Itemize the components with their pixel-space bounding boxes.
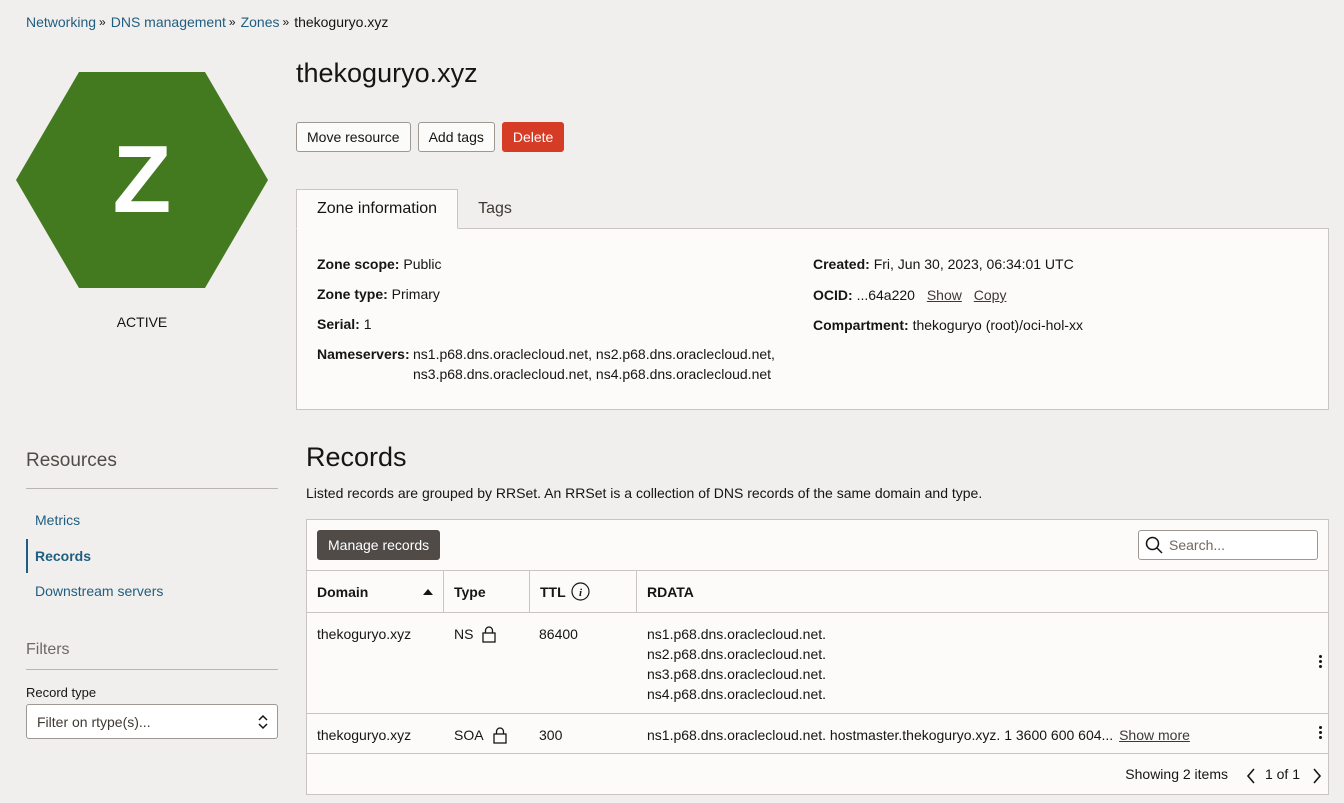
records-table: Manage records Search... Domain Type TTL… [306,519,1329,795]
breadcrumb-current: thekoguryo.xyz [294,14,389,30]
nameservers-line-1: ns1.p68.dns.oraclecloud.net, ns2.p68.dns… [413,346,775,362]
table-footer: Showing 2 items 1 of 1 [307,754,1328,794]
page-indicator: 1 of 1 [1264,766,1300,782]
add-tags-button[interactable]: Add tags [417,122,495,152]
nameservers-value: ns1.p68.dns.oraclecloud.net, ns2.p68.dns… [413,344,775,384]
search-placeholder: Search... [1169,537,1226,553]
action-bar: Move resource Add tags Delete [296,122,565,152]
zone-type-label: Zone type: [317,286,388,302]
type-cell: NS [454,624,497,644]
zone-created: Created: Fri, Jun 30, 2023, 06:34:01 UTC [813,254,1074,274]
breadcrumb-separator-icon: » [99,15,106,29]
zone-serial: Serial: 1 [317,314,372,334]
nameservers-line-2: ns3.p68.dns.oraclecloud.net, ns4.p68.dns… [413,366,772,382]
records-description: Listed records are grouped by RRSet. An … [306,485,983,501]
ttl-cell: 300 [539,727,563,743]
resources-divider [26,488,278,489]
domain-cell: thekoguryo.xyz [317,727,412,743]
row-actions-kebab-icon[interactable] [1319,726,1322,739]
showing-count: Showing 2 items [1125,766,1228,782]
breadcrumb-zones[interactable]: Zones [241,14,280,30]
zone-type: Zone type: Primary [317,284,440,304]
next-page-icon[interactable] [1312,768,1322,784]
zone-type-value: Primary [391,286,440,302]
hexagon-letter: Z [112,126,172,233]
compartment-value: thekoguryo (root)/oci-hol-xx [912,317,1083,333]
column-header-rdata: RDATA [647,583,694,600]
breadcrumb-networking[interactable]: Networking [26,14,96,30]
move-resource-button[interactable]: Move resource [296,122,411,152]
table-row: thekoguryo.xyz NS 86400 ns1.p68.dns.orac… [307,613,1328,714]
zone-ocid: OCID: ...64a220 Show Copy [813,285,1006,305]
breadcrumb: Networking » DNS management » Zones » th… [26,14,388,30]
compartment-label: Compartment: [813,317,909,333]
page-title: thekoguryo.xyz [296,58,478,88]
search-icon [1145,536,1163,554]
ocid-label: OCID: [813,287,853,303]
ocid-show-link[interactable]: Show [927,287,962,303]
filters-heading: Filters [26,641,70,658]
ocid-value: ...64a220 [856,287,915,303]
column-header-type[interactable]: Type [444,571,529,612]
ttl-cell: 86400 [539,626,578,642]
created-value: Fri, Jun 30, 2023, 06:34:01 UTC [873,256,1074,272]
zone-scope: Zone scope: Public [317,254,442,274]
created-label: Created: [813,256,870,272]
active-indicator [26,539,28,573]
status-label: ACTIVE [116,314,168,330]
info-icon[interactable]: i [571,582,590,601]
search-input[interactable]: Search... [1138,530,1318,560]
rdata-cell: ns1.p68.dns.oraclecloud.net. hostmaster.… [647,727,1190,743]
record-type-label: Record type [26,685,97,700]
column-header-domain[interactable]: Domain [307,571,443,612]
row-actions-kebab-icon[interactable] [1319,655,1322,668]
zone-information-panel: Zone scope: Public Zone type: Primary Se… [296,228,1329,410]
show-more-link[interactable]: Show more [1119,727,1190,743]
delete-button[interactable]: Delete [501,122,565,152]
lock-icon [482,625,497,643]
sidebar-item-downstream-servers[interactable]: Downstream servers [35,583,163,599]
breadcrumb-separator-icon: » [282,15,290,29]
column-header-ttl[interactable]: TTL i [530,571,637,612]
nameservers-label: Nameservers: [317,346,410,362]
resources-heading: Resources [26,450,117,471]
filters-divider [26,669,278,670]
record-type-placeholder: Filter on rtype(s)... [37,713,151,730]
previous-page-icon[interactable] [1246,768,1256,784]
record-type-select[interactable]: Filter on rtype(s)... [26,704,278,739]
zone-compartment: Compartment: thekoguryo (root)/oci-hol-x… [813,315,1083,335]
table-header: Domain Type TTL i RDATA [307,570,1328,613]
ocid-copy-link[interactable]: Copy [974,287,1007,303]
tab-tags[interactable]: Tags [458,189,532,229]
manage-records-button[interactable]: Manage records [317,530,441,560]
details-tabs: Zone information Tags [296,189,532,229]
table-row: thekoguryo.xyz SOA 300 ns1.p68.dns.oracl… [307,714,1328,754]
serial-value: 1 [363,316,372,332]
zone-scope-value: Public [403,256,442,272]
tab-zone-information[interactable]: Zone information [296,189,459,229]
domain-cell: thekoguryo.xyz [317,626,412,642]
type-cell: SOA [454,725,507,745]
breadcrumb-dns-management[interactable]: DNS management [111,14,226,30]
rdata-cell: ns1.p68.dns.oraclecloud.net. ns2.p68.dns… [647,626,827,702]
resource-hexagon-icon: Z [16,72,268,288]
sidebar-item-records[interactable]: Records [35,548,91,564]
breadcrumb-separator-icon: » [228,15,236,29]
sort-ascending-icon [423,589,433,595]
svg-text:i: i [579,587,583,599]
serial-label: Serial: [317,316,360,332]
sidebar-item-metrics[interactable]: Metrics [35,512,80,528]
select-chevron-icon [257,713,269,734]
records-heading: Records [306,442,407,472]
zone-scope-label: Zone scope: [317,256,400,272]
lock-icon [492,726,507,744]
